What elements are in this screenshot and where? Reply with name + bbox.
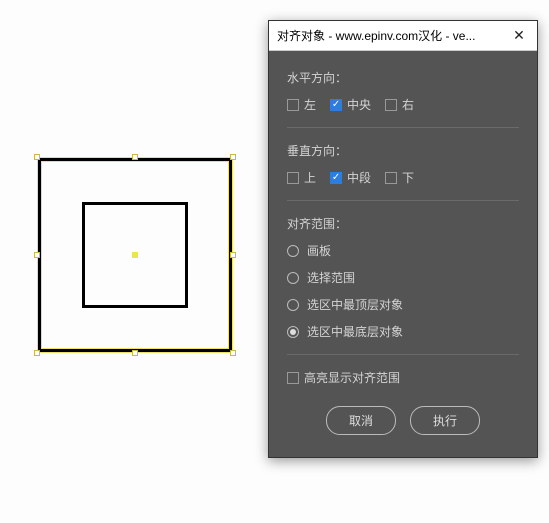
divider xyxy=(287,200,519,201)
scope-artboard-label: 画板 xyxy=(307,242,331,259)
h-left-option[interactable]: 左 xyxy=(287,96,316,113)
divider xyxy=(287,354,519,355)
checkbox-icon xyxy=(287,372,299,384)
handle-mid-right[interactable] xyxy=(230,252,236,258)
radio-icon xyxy=(287,299,299,311)
dialog-body: 水平方向： 左 ✓ 中央 右 垂直方向： 上 ✓ 中段 xyxy=(269,51,537,457)
handle-top-right[interactable] xyxy=(230,154,236,160)
scope-selection-label: 选择范围 xyxy=(307,269,355,286)
checkbox-icon: ✓ xyxy=(330,99,342,111)
execute-button[interactable]: 执行 xyxy=(410,406,480,435)
v-top-option[interactable]: 上 xyxy=(287,169,316,186)
checkbox-icon xyxy=(385,172,397,184)
titlebar[interactable]: 对齐对象 - www.epinv.com汉化 - ve... ✕ xyxy=(269,21,537,51)
checkbox-icon xyxy=(287,172,299,184)
close-icon[interactable]: ✕ xyxy=(509,26,529,46)
v-bottom-option[interactable]: 下 xyxy=(385,169,414,186)
h-right-option[interactable]: 右 xyxy=(385,96,414,113)
scope-selection[interactable]: 选择范围 xyxy=(287,269,519,286)
canvas-preview xyxy=(20,140,250,370)
radio-icon xyxy=(287,272,299,284)
v-middle-option[interactable]: ✓ 中段 xyxy=(330,169,371,186)
checkbox-icon xyxy=(287,99,299,111)
scope-bottommost[interactable]: 选区中最底层对象 xyxy=(287,323,519,340)
handle-top-left[interactable] xyxy=(34,154,40,160)
scope-options: 画板 选择范围 选区中最顶层对象 选区中最底层对象 xyxy=(287,242,519,340)
highlight-option[interactable]: 高亮显示对齐范围 xyxy=(287,369,519,386)
scope-topmost-label: 选区中最顶层对象 xyxy=(307,296,403,313)
vertical-label: 垂直方向： xyxy=(287,142,519,159)
radio-icon xyxy=(287,326,299,338)
scope-label: 对齐范围： xyxy=(287,215,519,232)
handle-bot-left[interactable] xyxy=(34,350,40,356)
vertical-options: 上 ✓ 中段 下 xyxy=(287,169,519,186)
cancel-label: 取消 xyxy=(349,414,373,428)
radio-icon xyxy=(287,245,299,257)
v-top-label: 上 xyxy=(304,169,316,186)
align-dialog: 对齐对象 - www.epinv.com汉化 - ve... ✕ 水平方向： 左… xyxy=(268,20,538,458)
h-center-label: 中央 xyxy=(347,96,371,113)
highlight-label: 高亮显示对齐范围 xyxy=(304,369,400,386)
handle-top-mid[interactable] xyxy=(132,154,138,160)
checkbox-icon xyxy=(385,99,397,111)
divider xyxy=(287,127,519,128)
v-bottom-label: 下 xyxy=(402,169,414,186)
execute-label: 执行 xyxy=(433,414,457,428)
horizontal-options: 左 ✓ 中央 右 xyxy=(287,96,519,113)
cancel-button[interactable]: 取消 xyxy=(326,406,396,435)
handle-bot-right[interactable] xyxy=(230,350,236,356)
scope-bottommost-label: 选区中最底层对象 xyxy=(307,323,403,340)
h-left-label: 左 xyxy=(304,96,316,113)
h-right-label: 右 xyxy=(402,96,414,113)
scope-topmost[interactable]: 选区中最顶层对象 xyxy=(287,296,519,313)
button-row: 取消 执行 xyxy=(287,406,519,435)
horizontal-label: 水平方向： xyxy=(287,69,519,86)
h-center-option[interactable]: ✓ 中央 xyxy=(330,96,371,113)
v-middle-label: 中段 xyxy=(347,169,371,186)
dialog-title: 对齐对象 - www.epinv.com汉化 - ve... xyxy=(277,27,509,44)
handle-mid-left[interactable] xyxy=(34,252,40,258)
handle-bot-mid[interactable] xyxy=(132,350,138,356)
scope-artboard[interactable]: 画板 xyxy=(287,242,519,259)
center-marker xyxy=(132,252,138,258)
checkbox-icon: ✓ xyxy=(330,172,342,184)
